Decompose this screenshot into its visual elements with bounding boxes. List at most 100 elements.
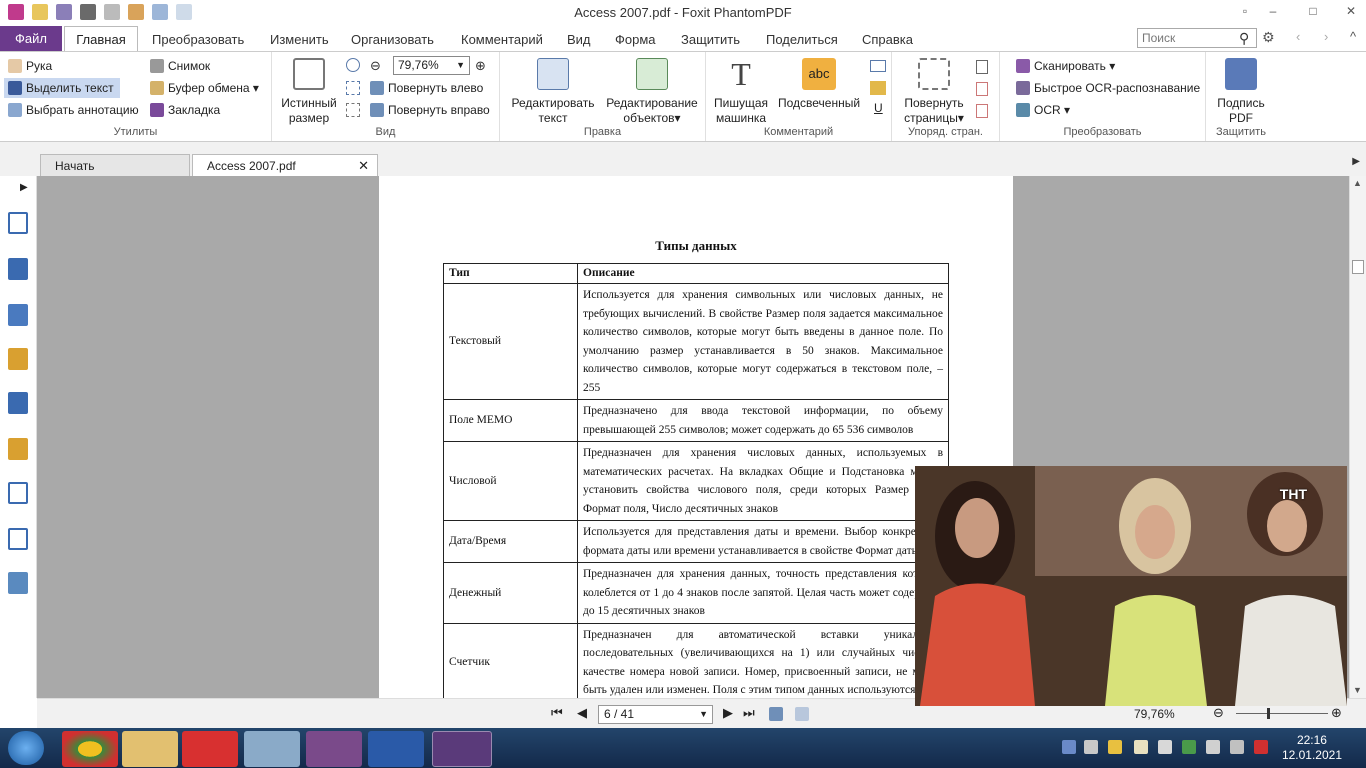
zoom-out-icon[interactable]: ⊖ xyxy=(370,58,381,74)
close-tab-icon[interactable]: ✕ xyxy=(358,155,369,177)
edit-objects-button[interactable]: Редактирование объектов▾ xyxy=(602,58,702,126)
video-frame xyxy=(915,466,1347,706)
edit-text-button[interactable]: Редактировать текст xyxy=(508,58,598,126)
fit-width-icon[interactable] xyxy=(346,81,360,95)
bookmark-button[interactable]: Закладка xyxy=(150,103,220,117)
control-panel-taskbar-icon[interactable] xyxy=(244,731,300,767)
minimize-button[interactable]: – xyxy=(1264,2,1282,20)
expand-panel-icon[interactable]: ▶ xyxy=(20,182,28,193)
tab-convert[interactable]: Преобразовать xyxy=(152,32,244,47)
restore-ribbon-icon[interactable]: ▫ xyxy=(1236,2,1254,20)
actual-size-button[interactable]: Истинный размер xyxy=(276,58,342,126)
zoom-out-icon[interactable]: ⊖ xyxy=(1213,705,1224,721)
scan-button[interactable]: Сканировать ▾ xyxy=(1016,59,1115,73)
signatures-icon[interactable] xyxy=(8,572,28,594)
tab-document[interactable]: Access 2007.pdf ✕ xyxy=(192,154,378,176)
gear-icon[interactable]: ⚙ xyxy=(1262,29,1275,46)
page-number-input[interactable]: 6 / 41 ▼ xyxy=(598,705,713,724)
delete-page-icon[interactable] xyxy=(976,82,988,96)
security-lock-icon[interactable] xyxy=(8,438,28,460)
typewriter-button[interactable]: T Пишущая машинка xyxy=(712,58,770,126)
scroll-down-icon[interactable]: ▼ xyxy=(1353,685,1362,695)
tray-usb-icon[interactable] xyxy=(1134,740,1148,754)
zoom-slider[interactable] xyxy=(1236,713,1328,714)
scroll-up-icon[interactable]: ▲ xyxy=(1353,178,1362,188)
tray-signal-icon[interactable] xyxy=(1230,740,1244,754)
form-fields-icon[interactable] xyxy=(8,528,28,550)
ocr-button[interactable]: OCR ▾ xyxy=(1016,103,1070,117)
file-menu-button[interactable]: Файл xyxy=(0,26,62,51)
search-icon[interactable]: ⚲ xyxy=(1239,30,1249,47)
word-taskbar-icon[interactable] xyxy=(368,731,424,767)
tab-organize[interactable]: Организовать xyxy=(351,32,434,47)
start-button[interactable] xyxy=(8,731,44,765)
tab-protect[interactable]: Защитить xyxy=(681,32,740,47)
tab-help[interactable]: Справка xyxy=(862,32,913,47)
vertical-scrollbar[interactable]: ▲ ▼ xyxy=(1349,176,1366,698)
tab-edit[interactable]: Изменить xyxy=(270,32,329,47)
attachments-icon[interactable] xyxy=(8,392,28,414)
fit-page-icon[interactable] xyxy=(346,58,360,72)
previous-view-icon[interactable] xyxy=(769,707,783,721)
maximize-button[interactable]: □ xyxy=(1304,2,1322,20)
hand-tool-button[interactable]: Рука xyxy=(8,59,52,73)
insert-page-icon[interactable] xyxy=(976,60,988,74)
rotate-pages-button[interactable]: Повернуть страницы▾ xyxy=(898,58,970,126)
next-view-icon[interactable] xyxy=(795,707,809,721)
tray-security-icon[interactable] xyxy=(1182,740,1196,754)
next-page-icon[interactable]: ▶ xyxy=(723,705,733,721)
zoom-slider-thumb[interactable] xyxy=(1267,708,1270,719)
page-thumbnails-icon[interactable] xyxy=(8,212,28,234)
explorer-taskbar-icon[interactable] xyxy=(122,731,178,767)
underline-icon[interactable]: U xyxy=(874,101,883,115)
note-icon[interactable] xyxy=(870,81,886,95)
back-icon[interactable]: ‹ xyxy=(1296,29,1300,44)
foxit-taskbar-icon[interactable] xyxy=(432,731,492,767)
tab-share[interactable]: Поделиться xyxy=(766,32,838,47)
clipboard-button[interactable]: Буфер обмена ▾ xyxy=(150,81,259,95)
zoom-in-icon[interactable]: ⊕ xyxy=(475,58,486,74)
chrome-taskbar-icon[interactable] xyxy=(62,731,118,767)
select-annotation-button[interactable]: Выбрать аннотацию xyxy=(8,103,139,117)
snapshot-button[interactable]: Снимок xyxy=(150,59,210,73)
tray-network-icon[interactable] xyxy=(1062,740,1076,754)
zoom-level[interactable]: 79,76% xyxy=(1134,707,1175,721)
tab-comment[interactable]: Комментарий xyxy=(461,32,543,47)
sign-pdf-button[interactable]: Подпись PDF xyxy=(1208,58,1274,126)
textbox-icon[interactable] xyxy=(870,60,886,72)
tray-yandex-icon[interactable] xyxy=(1254,740,1268,754)
tab-start[interactable]: Начать xyxy=(40,154,190,176)
document-properties-icon[interactable] xyxy=(8,482,28,504)
quick-ocr-button[interactable]: Быстрое OCR-распознавание xyxy=(1016,81,1200,95)
extract-page-icon[interactable] xyxy=(976,104,988,118)
fit-visible-icon[interactable] xyxy=(346,103,360,117)
last-page-icon[interactable]: ⏭ xyxy=(743,705,755,721)
zoom-in-icon[interactable]: ⊕ xyxy=(1331,705,1342,721)
tray-battery-icon[interactable] xyxy=(1206,740,1220,754)
first-page-icon[interactable]: ⏮ xyxy=(551,705,563,721)
forward-icon[interactable]: › xyxy=(1324,29,1328,44)
highlight-button[interactable]: abc Подсвеченный xyxy=(774,58,864,111)
pages-icon[interactable] xyxy=(8,258,28,280)
winrar-taskbar-icon[interactable] xyxy=(306,731,362,767)
tray-action-center-icon[interactable] xyxy=(1158,740,1172,754)
scrollbar-thumb[interactable] xyxy=(1352,260,1364,274)
yandex-taskbar-icon[interactable] xyxy=(182,731,238,767)
rotate-left-button[interactable]: Повернуть влево xyxy=(370,81,483,95)
zoom-select[interactable]: 79,76% ▼ xyxy=(393,56,470,75)
tab-home[interactable]: Главная xyxy=(64,26,138,51)
close-button[interactable]: ✕ xyxy=(1342,2,1360,20)
collapse-ribbon-icon[interactable]: ^ xyxy=(1350,29,1356,44)
volume-icon[interactable] xyxy=(1084,740,1098,754)
video-player-overlay[interactable]: ТНТ xyxy=(915,466,1347,706)
tab-view[interactable]: Вид xyxy=(567,32,591,47)
system-clock[interactable]: 22:16 12.01.2021 xyxy=(1282,733,1342,763)
rotate-right-button[interactable]: Повернуть вправо xyxy=(370,103,490,117)
layers-icon[interactable] xyxy=(8,304,28,326)
tab-form[interactable]: Форма xyxy=(615,32,656,47)
select-text-button[interactable]: Выделить текст xyxy=(4,78,120,98)
comments-icon[interactable] xyxy=(8,348,28,370)
tray-app-icon[interactable] xyxy=(1108,740,1122,754)
previous-page-icon[interactable]: ◀ xyxy=(577,705,587,721)
tabs-menu-icon[interactable]: ▶ xyxy=(1352,156,1360,167)
